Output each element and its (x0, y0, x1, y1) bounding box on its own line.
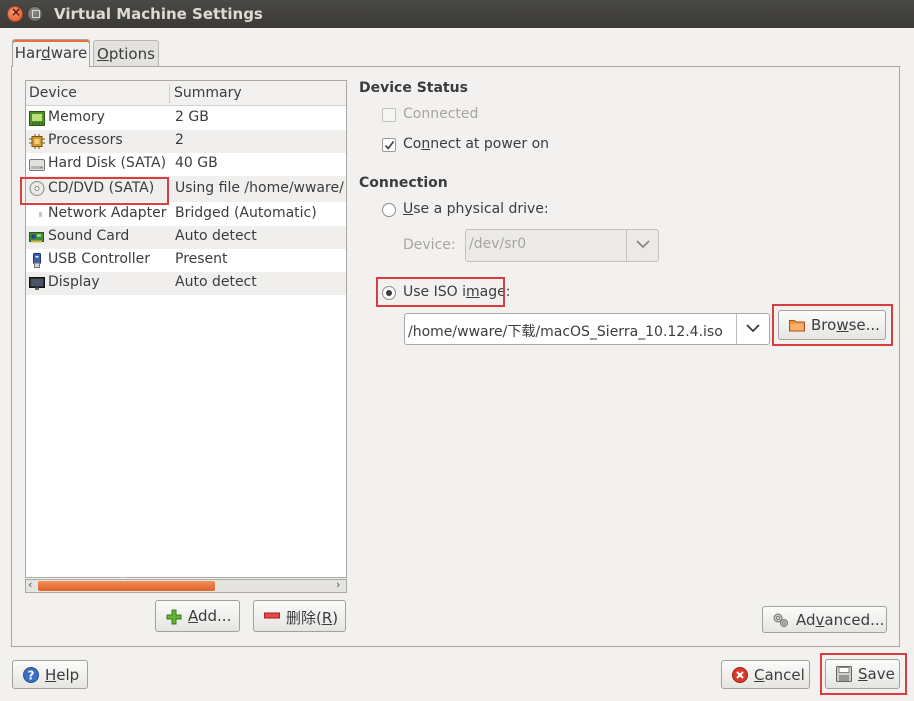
device-status-heading: Device Status (359, 80, 468, 96)
device-summary: Auto detect (175, 274, 257, 290)
device-name: Hard Disk (SATA) (48, 155, 167, 171)
device-select[interactable]: /dev/sr0 (465, 229, 659, 262)
highlight-use-iso-image (376, 277, 505, 307)
device-row-network-adapter[interactable]: Network Adapter Bridged (Automatic) (26, 203, 346, 226)
device-summary: 2 (175, 132, 184, 148)
close-window-button[interactable]: × (7, 5, 23, 22)
help-button[interactable]: ? Help (12, 660, 88, 689)
device-name: USB Controller (48, 251, 151, 267)
device-row-sound-card[interactable]: Sound Card Auto detect (26, 226, 346, 249)
iso-path-dropdown-arrow[interactable] (736, 314, 770, 344)
minus-icon (264, 612, 280, 619)
device-summary: 2 GB (175, 109, 209, 125)
window-title: Virtual Machine Settings (54, 5, 263, 23)
device-name: Network Adapter (48, 205, 167, 221)
device-list-header: Device Summary (26, 81, 346, 106)
physical-drive-radio[interactable] (382, 203, 396, 217)
device-summary: Bridged (Automatic) (175, 205, 317, 221)
physical-drive-label: Use a physical drive: (403, 201, 549, 217)
scroll-right-arrow-icon[interactable]: › (336, 578, 340, 591)
remove-device-button[interactable]: 删除(R) (253, 600, 346, 632)
highlight-save (820, 653, 907, 695)
svg-text:?: ? (28, 669, 35, 683)
scrollbar-thumb[interactable]: ′′′ (38, 577, 215, 591)
device-dropdown-arrow[interactable] (626, 230, 660, 261)
memory-icon (29, 111, 45, 126)
minimize-window-button[interactable] (27, 6, 43, 22)
connected-checkbox[interactable] (382, 108, 396, 122)
connected-label: Connected (403, 106, 479, 122)
add-device-button[interactable]: Add... (155, 600, 240, 632)
device-summary: Auto detect (175, 228, 257, 244)
device-summary: Present (175, 251, 228, 267)
highlight-cd-dvd (20, 177, 169, 205)
device-row-processors[interactable]: Processors 2 (26, 130, 346, 153)
column-header-summary[interactable]: Summary (174, 85, 242, 101)
device-row-usb-controller[interactable]: USB Controller Present (26, 249, 346, 272)
device-summary: Using file /home/wware/ (175, 180, 344, 196)
cancel-icon (732, 667, 748, 683)
chevron-down-icon (746, 324, 760, 333)
device-name: Memory (48, 109, 105, 125)
device-list[interactable]: Device Summary Memory 2 GB Processors 2 … (25, 80, 347, 578)
checkmark-icon (384, 141, 395, 150)
hard-disk-icon (29, 159, 45, 171)
tab-hardware[interactable]: Hardware (12, 39, 90, 67)
connect-at-power-on-checkbox[interactable] (382, 138, 396, 152)
device-name: Display (48, 274, 100, 290)
gears-icon (773, 613, 788, 627)
advanced-button[interactable]: Advanced... (762, 606, 887, 633)
chevron-down-icon (636, 240, 650, 249)
device-row-memory[interactable]: Memory 2 GB (26, 107, 346, 130)
device-name: Sound Card (48, 228, 130, 244)
scroll-grip-icon: ′′′ (120, 577, 127, 587)
device-list-scrollbar[interactable]: ‹ ′′′ › (25, 577, 347, 593)
device-row-display[interactable]: Display Auto detect (26, 272, 346, 295)
display-icon (29, 277, 45, 290)
column-header-device[interactable]: Device (29, 85, 77, 101)
device-label: Device: (403, 237, 456, 253)
cancel-button[interactable]: Cancel (721, 660, 810, 689)
plus-icon (166, 609, 182, 625)
device-summary: 40 GB (175, 155, 218, 171)
highlight-browse (772, 304, 893, 346)
processor-icon (29, 134, 45, 149)
tab-options[interactable]: Options (93, 40, 159, 66)
network-adapter-icon (39, 212, 42, 217)
connect-at-power-on-label: Connect at power on (403, 136, 550, 152)
column-separator[interactable] (169, 84, 170, 103)
iso-path-input[interactable]: /home/wware/下载/macOS_Sierra_10.12.4.iso (408, 321, 723, 341)
minimize-icon (32, 10, 40, 18)
sound-card-icon (29, 232, 44, 243)
help-icon: ? (23, 667, 39, 683)
close-icon: × (11, 5, 22, 19)
scroll-left-arrow-icon[interactable]: ‹ (28, 578, 32, 591)
usb-icon (33, 253, 41, 268)
device-row-hard-disk[interactable]: Hard Disk (SATA) 40 GB (26, 153, 346, 176)
connection-heading: Connection (359, 175, 448, 191)
device-name: Processors (48, 132, 123, 148)
iso-path-combobox[interactable]: /home/wware/下载/macOS_Sierra_10.12.4.iso (404, 313, 770, 345)
